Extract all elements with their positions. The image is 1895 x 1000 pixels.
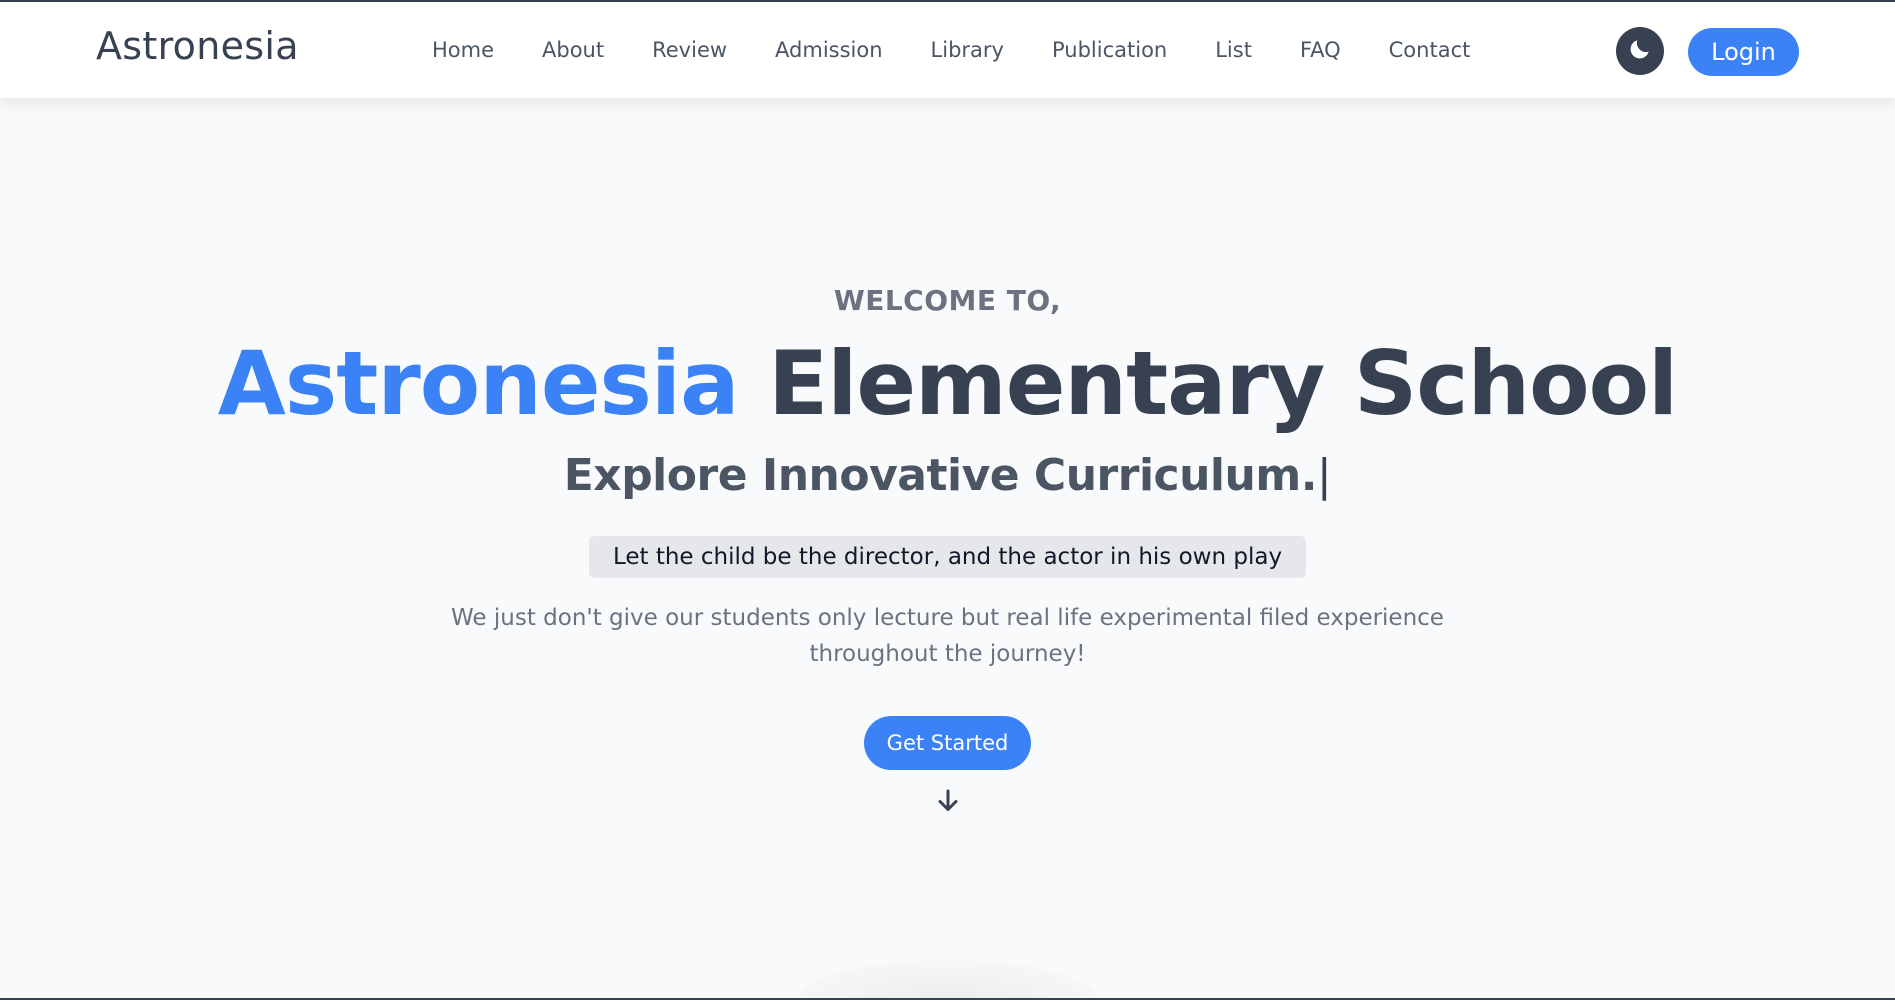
scroll-indicator	[0, 788, 1895, 814]
get-started-button[interactable]: Get Started	[864, 716, 1031, 770]
theme-toggle-button[interactable]	[1616, 27, 1664, 75]
welcome-text: WELCOME TO,	[833, 284, 1062, 317]
nav-link-faq[interactable]: FAQ	[1300, 38, 1341, 62]
nav-link-home[interactable]: Home	[432, 38, 494, 62]
nav-link-about[interactable]: About	[542, 38, 604, 62]
quote-badge: Let the child be the director, and the a…	[588, 536, 1307, 578]
navbar: Astronesia Home About Review Admission L…	[0, 2, 1895, 98]
nav-link-list[interactable]: List	[1215, 38, 1252, 62]
typing-cursor: |	[1316, 450, 1332, 501]
nav-link-admission[interactable]: Admission	[775, 38, 883, 62]
headline-accent: Astronesia	[217, 332, 740, 435]
cta-container: Get Started	[0, 716, 1895, 770]
nav-link-contact[interactable]: Contact	[1389, 38, 1471, 62]
typed-text: Explore Innovative Curriculum.	[563, 450, 1318, 501]
arrow-down-icon[interactable]	[935, 788, 961, 814]
hero-description: We just don't give our students only lec…	[451, 605, 1444, 667]
brand-logo[interactable]: Astronesia	[96, 24, 299, 68]
hero-section: WELCOME TO, Astronesia Elementary School…	[0, 98, 1895, 998]
page: Astronesia Home About Review Admission L…	[0, 0, 1895, 1000]
headline-rest: Elementary School	[768, 332, 1678, 435]
hero-headline: Astronesia Elementary School	[0, 332, 1895, 435]
nav-link-publication[interactable]: Publication	[1052, 38, 1167, 62]
moon-icon	[1627, 36, 1653, 66]
nav-link-library[interactable]: Library	[931, 38, 1004, 62]
quote-container: Let the child be the director, and the a…	[0, 536, 1895, 578]
bottom-shadow	[797, 960, 1097, 998]
nav-links: Home About Review Admission Library Publ…	[432, 38, 1470, 62]
typed-subheading: Explore Innovative Curriculum.|	[0, 450, 1895, 501]
nav-link-review[interactable]: Review	[652, 38, 727, 62]
login-button[interactable]: Login	[1688, 28, 1799, 76]
